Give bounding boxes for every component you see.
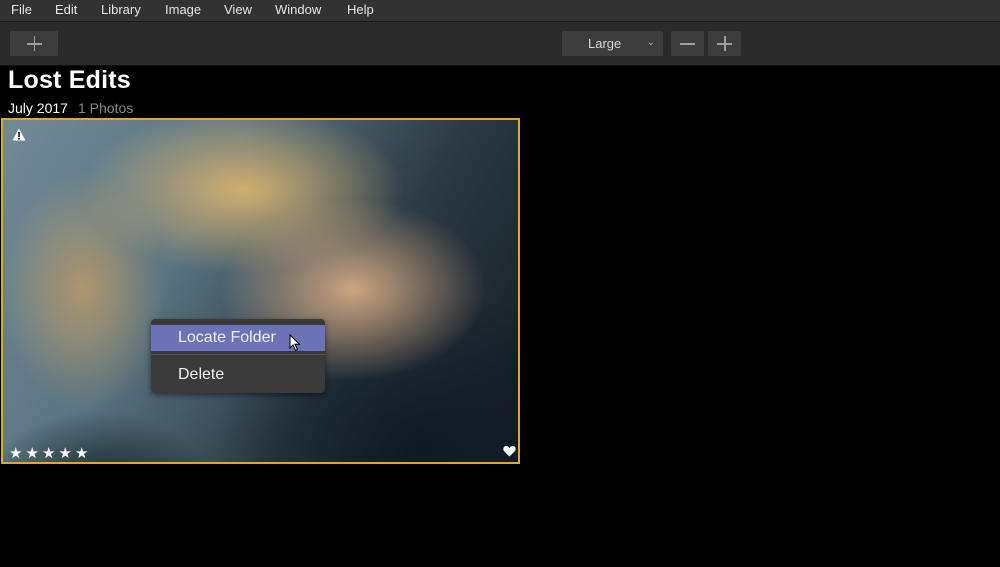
star-icon[interactable]: ★	[42, 444, 59, 462]
album-photo-count: 1 Photos	[78, 100, 134, 116]
heart-icon[interactable]	[503, 445, 516, 457]
star-icon[interactable]: ★	[9, 444, 26, 462]
plus-icon	[717, 36, 732, 51]
warning-icon	[12, 128, 26, 141]
menu-edit[interactable]: Edit	[55, 2, 77, 17]
menu-separator	[151, 354, 325, 355]
menu-help[interactable]: Help	[347, 2, 374, 17]
context-menu: Locate Folder Delete	[151, 319, 325, 393]
photo-thumbnail[interactable]: ★ ★ ★ ★ ★	[1, 118, 520, 464]
zoom-out-button[interactable]	[670, 30, 705, 57]
zoom-in-button[interactable]	[707, 30, 742, 57]
star-icon[interactable]: ★	[59, 444, 76, 462]
star-rating[interactable]: ★ ★ ★ ★ ★	[9, 444, 92, 462]
menu-view[interactable]: View	[224, 2, 252, 17]
delete-menu-item[interactable]: Delete	[151, 362, 325, 388]
menu-file[interactable]: File	[11, 2, 32, 17]
star-icon[interactable]: ★	[75, 444, 92, 462]
menu-image[interactable]: Image	[165, 2, 201, 17]
album-title: Lost Edits	[8, 66, 131, 94]
thumbnail-size-value: Large	[588, 36, 622, 51]
photo-image	[3, 120, 518, 462]
add-button[interactable]	[9, 30, 59, 57]
thumbnail-size-select[interactable]: Large ⌄	[561, 30, 664, 57]
minus-icon	[680, 36, 695, 51]
star-icon[interactable]: ★	[26, 444, 43, 462]
album-date: July 2017	[8, 100, 68, 116]
menu-window[interactable]: Window	[275, 2, 321, 17]
cursor-icon	[289, 334, 301, 352]
toolbar: Large ⌄	[0, 22, 1000, 66]
plus-icon	[26, 36, 42, 51]
chevron-down-icon: ⌄	[646, 37, 655, 48]
menu-bar: File Edit Library Image View Window Help	[0, 0, 1000, 22]
menu-library[interactable]: Library	[101, 2, 141, 17]
